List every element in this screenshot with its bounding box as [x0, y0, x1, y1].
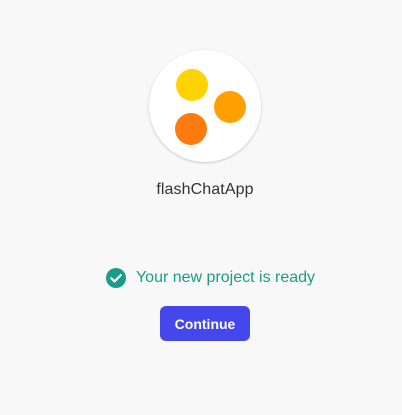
project-logo [149, 50, 261, 162]
logo-dot-yellow [176, 69, 208, 101]
check-circle-icon [105, 267, 127, 289]
status-text: Your new project is ready [135, 269, 316, 286]
status-row: Your new project is ready [0, 267, 402, 289]
project-ready-page: flashChatApp Your new project is ready C… [0, 0, 402, 415]
logo-dot-deep-orange [175, 113, 207, 145]
logo-dot-orange [214, 91, 246, 123]
continue-button[interactable]: Continue [160, 306, 250, 341]
project-name: flashChatApp [156, 181, 254, 198]
